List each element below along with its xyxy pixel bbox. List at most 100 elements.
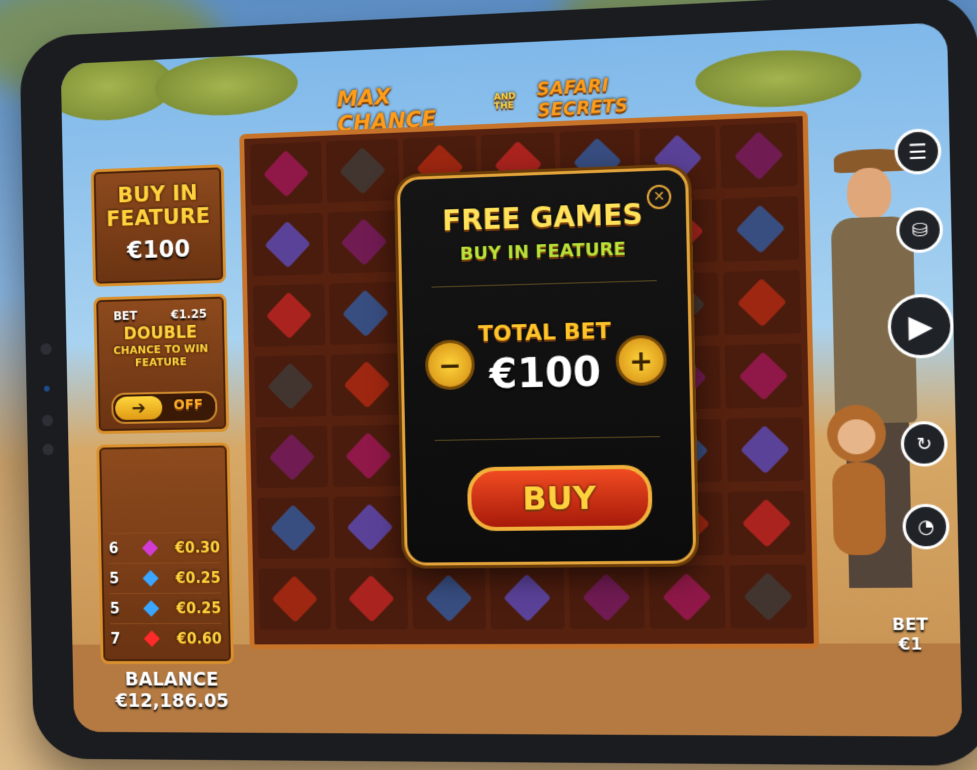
monkey-character (816, 404, 904, 590)
gem-icon (272, 575, 318, 622)
gem-icon (339, 147, 386, 195)
menu-icon[interactable]: ☰ (894, 128, 942, 175)
divider (435, 436, 660, 441)
paytable-count: 5 (109, 570, 126, 588)
reel-cell (569, 566, 645, 629)
red-gem-icon (144, 630, 160, 647)
paytable-value: €0.25 (176, 599, 221, 617)
blue-diamond-icon (143, 570, 159, 587)
bet-display[interactable]: BET €1 (873, 614, 948, 653)
buy-feature-label: BUY IN FEATURE (94, 181, 222, 232)
reel-cell (254, 355, 326, 418)
camera-icon (42, 444, 53, 456)
reel-cell (335, 568, 408, 630)
toggle-state: OFF (173, 397, 203, 413)
double-chance-subtitle: CHANCE TO WIN FEATURE (97, 342, 225, 370)
gem-icon (734, 131, 784, 180)
paytable-count: 5 (110, 600, 127, 618)
tablet-device: MAX CHANCE AND THE SAFARI SECRETS BUY IN… (19, 0, 977, 766)
reel-cell (729, 565, 807, 629)
gem-icon (737, 278, 787, 327)
reel-cell (412, 567, 486, 629)
buy-button-label: BUY (522, 479, 597, 518)
gem-icon (345, 432, 392, 480)
gem-icon (582, 573, 631, 622)
purple-gem-icon (142, 540, 158, 557)
gem-icon (341, 218, 388, 266)
reel-cell (490, 566, 565, 629)
camera-icon (42, 415, 53, 427)
balance-value: €12,186.05 (92, 690, 253, 712)
gem-icon (662, 573, 711, 622)
tree-canopy (154, 53, 298, 118)
double-chance-toggle[interactable]: ➔ OFF (111, 391, 217, 424)
reel-cell (333, 496, 406, 558)
paytable-row: 7 €0.60 (110, 623, 222, 653)
reel-cell (329, 282, 402, 345)
play-icon[interactable]: ▶ (887, 293, 954, 359)
reel-cell (726, 417, 804, 482)
buy-button[interactable]: BUY (467, 465, 653, 532)
gem-icon (342, 290, 389, 338)
arrow-right-icon: ➔ (115, 396, 162, 420)
gem-icon (344, 361, 391, 409)
balance-label: BALANCE (92, 669, 253, 691)
reel-cell (720, 122, 798, 188)
gem-icon (425, 574, 472, 622)
double-chance-bet-label: BET (113, 309, 137, 323)
gem-icon (270, 504, 316, 551)
autoplay-icon[interactable]: ↻ (900, 421, 948, 467)
paytable-row: 5 €0.25 (110, 593, 222, 624)
reel-cell (648, 565, 725, 628)
reel-cell (332, 425, 405, 488)
gem-icon (347, 503, 394, 551)
paytable-value: €0.60 (177, 630, 222, 648)
gem-icon (740, 425, 790, 474)
gem-icon (739, 352, 789, 401)
reel-cell (723, 270, 801, 335)
minus-icon: − (438, 348, 462, 381)
reel-cell (725, 344, 803, 409)
sensor-icon (44, 386, 50, 392)
gem-icon (264, 221, 310, 268)
reel-cell (330, 353, 403, 416)
coins-icon[interactable]: ⛁ (896, 207, 944, 254)
double-chance-bet-value: €1.25 (171, 307, 207, 322)
double-chance-panel: BET €1.25 DOUBLE CHANCE TO WIN FEATURE ➔… (93, 294, 229, 435)
divider (432, 280, 657, 288)
buy-feature-price: €100 (95, 234, 223, 265)
gem-icon (269, 433, 315, 480)
paytable-panel: 6 €0.30 5 €0.25 5 €0.25 7 €0.60 (96, 442, 234, 664)
dialog-title: FREE GAMES (400, 196, 686, 239)
paytable-row: 6 €0.30 (108, 532, 220, 563)
reel-cell (251, 213, 323, 276)
dialog-subtitle: BUY IN FEATURE (401, 237, 687, 267)
reel-cell (257, 497, 330, 559)
turbo-icon[interactable]: ◔ (902, 504, 950, 550)
reel-cell (253, 284, 325, 347)
logo-text-and: AND THE (494, 92, 532, 112)
paytable-count: 6 (109, 540, 126, 558)
reel-cell (256, 426, 328, 488)
gem-icon (348, 575, 395, 623)
reel-cell (722, 196, 800, 262)
buy-feature-panel[interactable]: BUY IN FEATURE €100 (91, 164, 226, 286)
reel-cell (327, 210, 400, 274)
reel-cell (250, 142, 322, 206)
gem-icon (266, 292, 312, 339)
logo-text-2: SAFARI SECRETS (536, 70, 696, 122)
gem-icon (742, 499, 792, 548)
gem-icon (736, 205, 786, 254)
blue-diamond-icon (143, 600, 159, 617)
plus-icon: + (629, 344, 654, 378)
gem-icon (503, 574, 551, 622)
game-screen: MAX CHANCE AND THE SAFARI SECRETS BUY IN… (61, 22, 963, 737)
gem-icon (267, 363, 313, 410)
reel-cell (259, 568, 332, 629)
balance-display: BALANCE €12,186.05 (92, 669, 253, 712)
paytable-value: €0.30 (175, 539, 220, 557)
gem-icon (743, 572, 793, 621)
buy-feature-dialog: ✕ FREE GAMES BUY IN FEATURE TOTAL BET €1… (397, 166, 697, 565)
reel-cell (326, 139, 399, 203)
paytable-count: 7 (110, 630, 127, 648)
